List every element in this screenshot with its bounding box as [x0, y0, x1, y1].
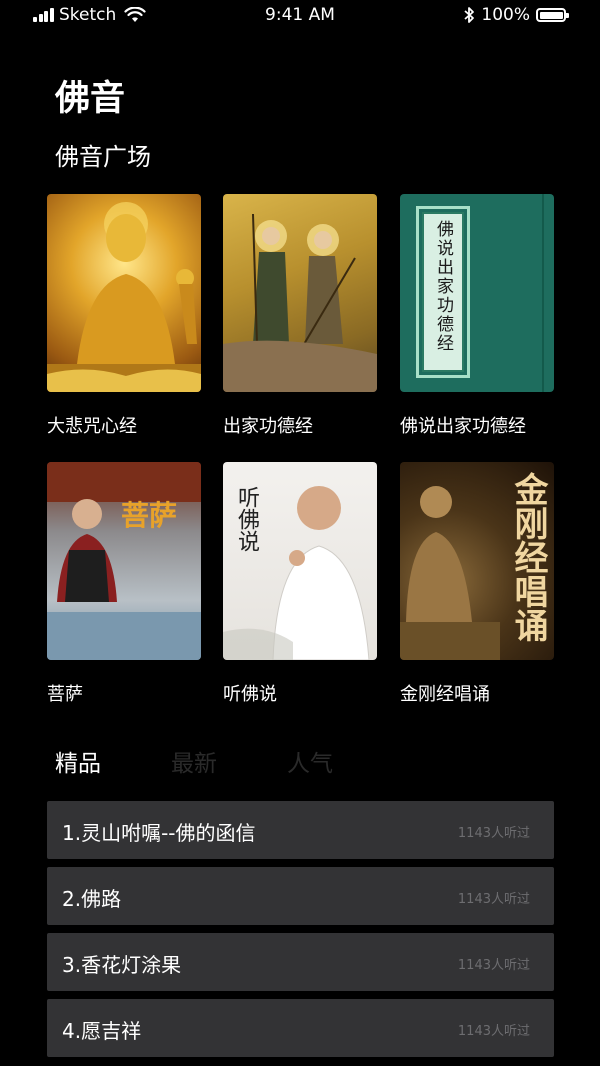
cover-text: 金刚经唱诵: [508, 472, 548, 642]
page-title: 佛音: [55, 79, 126, 119]
cover-text: 菩萨: [121, 499, 178, 532]
album-card[interactable]: 大悲咒心经: [47, 194, 201, 437]
track-listener-count: 1143人听过: [457, 1024, 530, 1039]
track-item[interactable]: 2.佛路 1143人听过: [47, 867, 554, 925]
track-title: 1.灵山咐嘱--佛的函信: [62, 821, 256, 845]
track-title: 2.佛路: [62, 887, 122, 911]
track-title: 4.愿吉祥: [62, 1019, 142, 1043]
binding-line: [542, 194, 544, 392]
cover-text: 听佛说: [234, 486, 259, 552]
track-item[interactable]: 1.灵山咐嘱--佛的函信 1143人听过: [47, 801, 554, 859]
album-cover-image[interactable]: 佛说出家功德经: [400, 194, 554, 392]
album-cover-image[interactable]: [47, 194, 201, 392]
album-cover-image[interactable]: 金刚经唱诵: [400, 462, 554, 660]
bluetooth-icon: [464, 7, 475, 23]
monks-image: [223, 213, 377, 392]
section-title: 佛音广场: [55, 143, 151, 171]
tab-featured[interactable]: 精品: [55, 744, 101, 778]
tab-bar: 精品 最新 人气: [55, 744, 403, 778]
album-cover-image[interactable]: 菩萨: [47, 462, 201, 660]
battery-percent: 100%: [481, 5, 530, 25]
album-cover-image[interactable]: [223, 194, 377, 392]
tab-popular[interactable]: 人气: [287, 744, 333, 778]
singer-image: [47, 462, 201, 660]
album-title: 听佛说: [223, 684, 277, 705]
album-title: 大悲咒心经: [47, 416, 137, 437]
album-card[interactable]: 出家功德经: [223, 194, 377, 437]
track-title: 3.香花灯涂果: [62, 953, 182, 977]
album-card[interactable]: 金刚经唱诵 金刚经唱诵: [400, 462, 554, 705]
album-title: 金刚经唱诵: [400, 684, 490, 705]
track-item[interactable]: 4.愿吉祥 1143人听过: [47, 999, 554, 1057]
battery-icon: [536, 8, 569, 22]
album-title: 出家功德经: [223, 416, 313, 437]
cover-text: 佛说出家功德经: [433, 220, 453, 353]
album-card[interactable]: 佛说出家功德经 佛说出家功德经: [400, 194, 554, 437]
album-title: 菩萨: [47, 684, 83, 705]
album-card[interactable]: 听佛说 听佛说: [223, 462, 377, 705]
album-cover-image[interactable]: 听佛说: [223, 462, 377, 660]
track-listener-count: 1143人听过: [457, 892, 530, 907]
tab-latest[interactable]: 最新: [171, 744, 217, 778]
album-card[interactable]: 菩萨 菩萨: [47, 462, 201, 705]
track-listener-count: 1143人听过: [457, 958, 530, 973]
track-listener-count: 1143人听过: [457, 826, 530, 841]
status-right: 100%: [463, 5, 569, 25]
track-item[interactable]: 3.香花灯涂果 1143人听过: [47, 933, 554, 991]
buddha-image: [47, 202, 201, 392]
album-title: 佛说出家功德经: [400, 416, 526, 437]
status-bar: Sketch 9:41 AM 100%: [0, 0, 600, 32]
